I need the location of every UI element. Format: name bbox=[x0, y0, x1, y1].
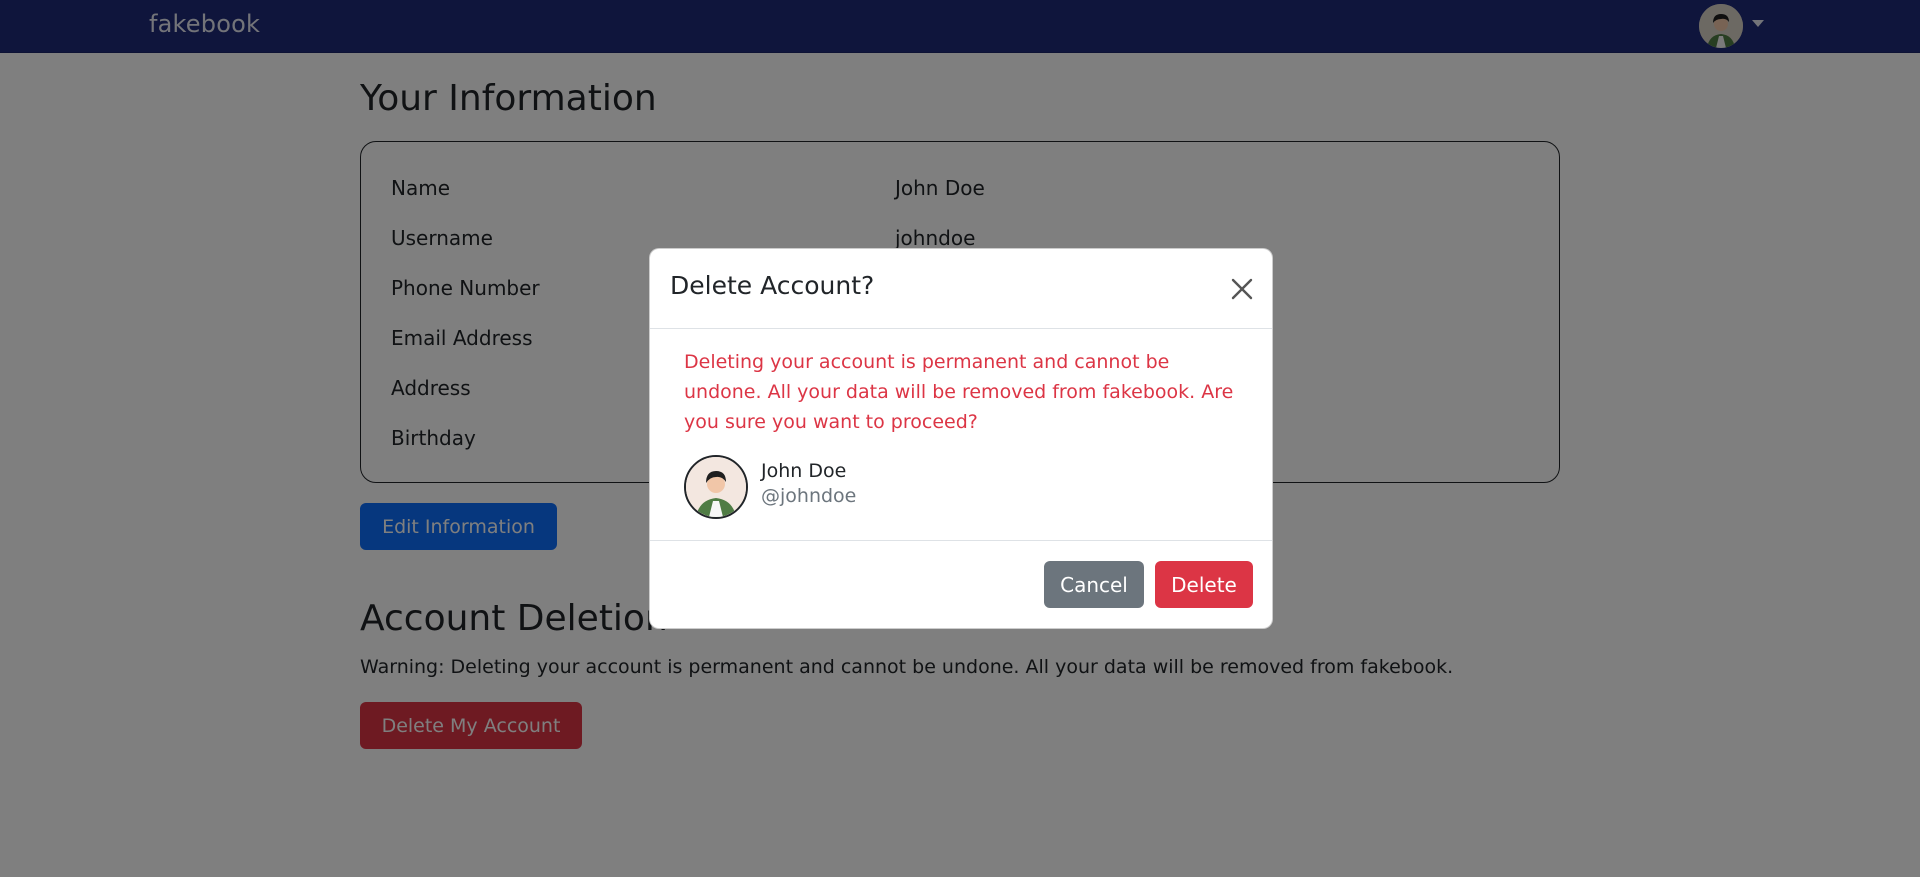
deletion-confirmation-message: Deleting your account is permanent and c… bbox=[684, 351, 1234, 433]
modal-body: Deleting your account is permanent and c… bbox=[650, 330, 1272, 519]
modal-header: Delete Account? bbox=[650, 249, 1272, 329]
cancel-button[interactable]: Cancel bbox=[1044, 561, 1144, 608]
user-handle: @johndoe bbox=[761, 485, 857, 507]
confirm-delete-button[interactable]: Delete bbox=[1155, 561, 1253, 608]
modal-footer: Cancel Delete bbox=[650, 540, 1272, 629]
close-icon[interactable] bbox=[1228, 275, 1256, 303]
user-avatar-icon bbox=[684, 455, 748, 519]
modal-title: Delete Account? bbox=[670, 271, 875, 300]
delete-account-modal: Delete Account? Deleting your account is… bbox=[649, 248, 1273, 629]
user-display-name: John Doe bbox=[761, 460, 847, 482]
